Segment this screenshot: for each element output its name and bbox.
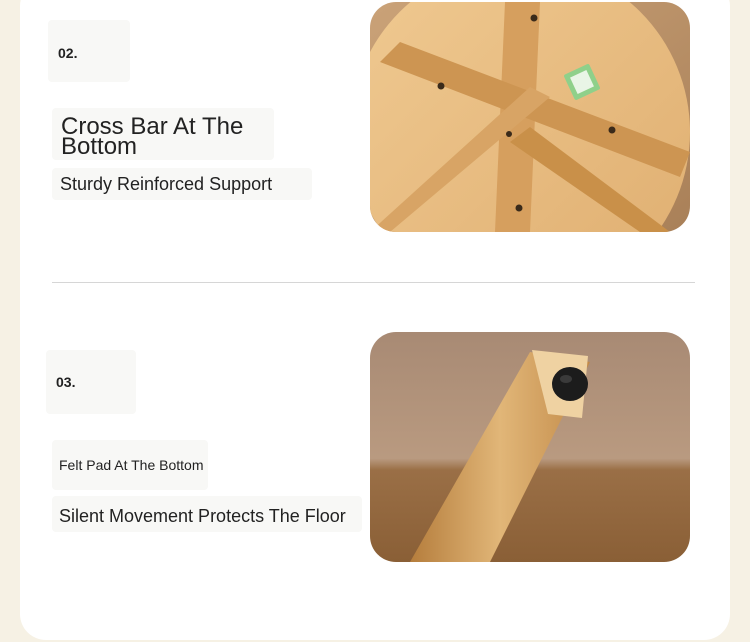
section-divider: [52, 282, 695, 283]
felt-pad-photo: [370, 332, 690, 562]
section-subtitle: Sturdy Reinforced Support: [60, 174, 273, 194]
section-subtitle: Silent Movement Protects The Floor: [59, 506, 346, 526]
section-number: 03.: [56, 374, 76, 390]
section-title: Felt Pad At The Bottom: [59, 457, 204, 473]
section-number: 02.: [58, 45, 78, 61]
table-underside-photo: [370, 2, 690, 232]
section-title: Cross Bar At The Bottom: [61, 113, 244, 160]
